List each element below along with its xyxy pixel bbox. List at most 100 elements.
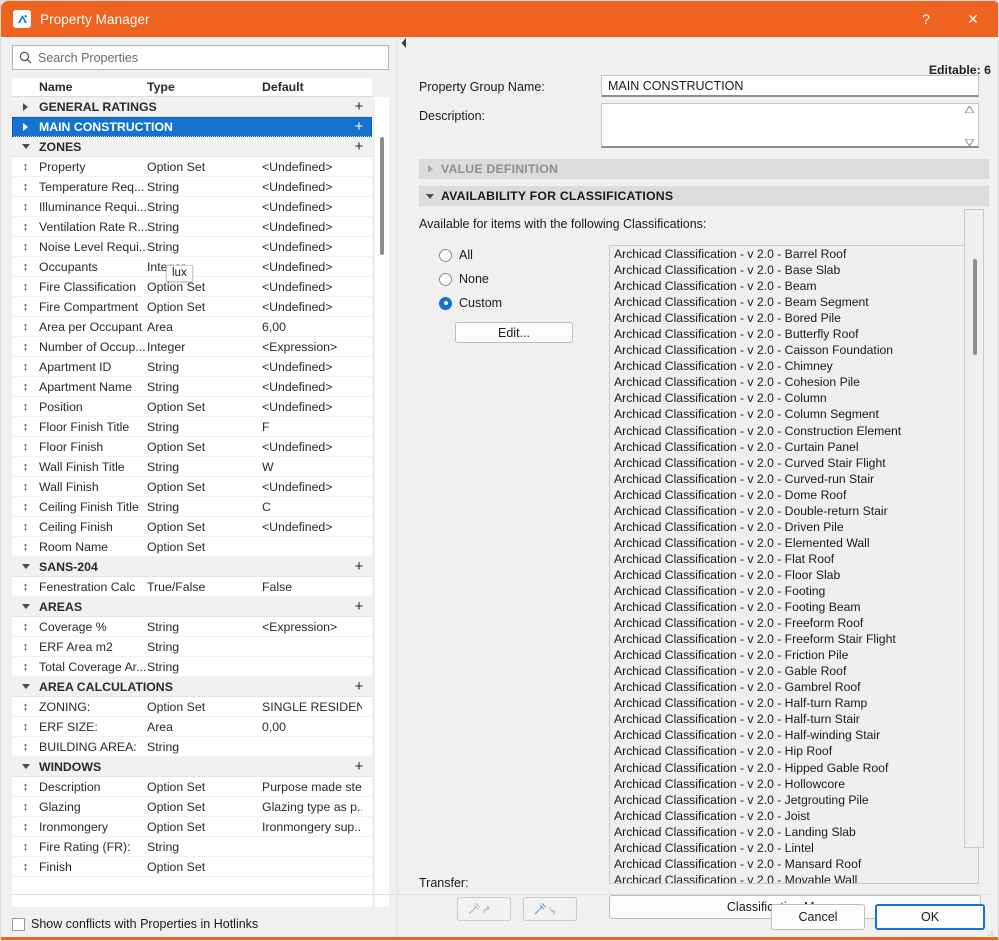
- property-row[interactable]: ↕ BUILDING AREA: String: [12, 737, 372, 757]
- property-row[interactable]: ↕ZONING: Option Set SINGLE RESIDENTI...: [12, 697, 372, 717]
- classification-list-item[interactable]: Archicad Classification - v 2.0 - Base S…: [610, 262, 978, 278]
- radio-indicator[interactable]: [439, 248, 452, 262]
- radio-indicator[interactable]: [439, 272, 452, 286]
- reorder-handle-icon[interactable]: ↕: [12, 701, 39, 712]
- reorder-handle-icon[interactable]: ↕: [12, 381, 39, 392]
- reorder-handle-icon[interactable]: ↕: [12, 161, 39, 172]
- reorder-handle-icon[interactable]: ↕: [12, 741, 39, 752]
- property-row[interactable]: ↕ Fire Compartment Option Set <Undefined>: [12, 297, 372, 317]
- show-conflicts-row[interactable]: Show conflicts with Properties in Hotlin…: [12, 917, 258, 931]
- transfer-apply-button[interactable]: [523, 897, 577, 921]
- reorder-handle-icon[interactable]: ↕: [12, 221, 39, 232]
- classification-list-item[interactable]: Archicad Classification - v 2.0 - Gambre…: [610, 679, 978, 695]
- reorder-handle-icon[interactable]: ↕: [12, 821, 39, 832]
- property-group-row[interactable]: ZONES +: [12, 137, 372, 157]
- classification-list-item[interactable]: Archicad Classification - v 2.0 - Footin…: [610, 583, 978, 599]
- resize-grip-icon[interactable]: [984, 927, 994, 939]
- classification-list-item[interactable]: Archicad Classification - v 2.0 - Hipped…: [610, 760, 978, 776]
- radio-option-custom[interactable]: Custom: [439, 291, 502, 315]
- property-group-row[interactable]: AREA CALCULATIONS +: [12, 677, 372, 697]
- classification-list-item[interactable]: Archicad Classification - v 2.0 - Cohesi…: [610, 374, 978, 390]
- radio-indicator[interactable]: [439, 296, 452, 310]
- property-group-row[interactable]: MAIN CONSTRUCTION +: [12, 117, 372, 137]
- description-scroll-arrows[interactable]: [963, 106, 976, 146]
- classification-list-item[interactable]: Archicad Classification - v 2.0 - Hip Ro…: [610, 743, 978, 759]
- reorder-handle-icon[interactable]: ↕: [12, 481, 39, 492]
- classification-list-item[interactable]: Archicad Classification - v 2.0 - Half-w…: [610, 727, 978, 743]
- classification-list-item[interactable]: Archicad Classification - v 2.0 - Half-t…: [610, 695, 978, 711]
- chevron-down-icon[interactable]: [12, 144, 39, 149]
- property-row[interactable]: ↕ Illuminance Requi... String <Undefined>: [12, 197, 372, 217]
- classification-list[interactable]: Archicad Classification - v 2.0 - Barrel…: [609, 245, 979, 884]
- classification-list-item[interactable]: Archicad Classification - v 2.0 - Column: [610, 390, 978, 406]
- property-row[interactable]: ↕ Floor Finish Option Set <Undefined>: [12, 437, 372, 457]
- show-conflicts-checkbox[interactable]: [12, 917, 25, 931]
- property-group-row[interactable]: WINDOWS +: [12, 757, 372, 777]
- property-row[interactable]: ↕ Total Coverage Ar... String: [12, 657, 372, 677]
- close-button[interactable]: ✕: [949, 1, 997, 37]
- property-row[interactable]: ↕ Position Option Set <Undefined>: [12, 397, 372, 417]
- classification-list-item[interactable]: Archicad Classification - v 2.0 - Jetgro…: [610, 792, 978, 808]
- classification-list-item[interactable]: Archicad Classification - v 2.0 - Curved…: [610, 455, 978, 471]
- property-row[interactable]: ↕ Wall Finish Title String W: [12, 457, 372, 477]
- classification-list-item[interactable]: Archicad Classification - v 2.0 - Hollow…: [610, 776, 978, 792]
- column-header-name[interactable]: Name: [39, 80, 147, 94]
- reorder-handle-icon[interactable]: ↕: [12, 441, 39, 452]
- classification-list-item[interactable]: Archicad Classification - v 2.0 - Barrel…: [610, 246, 978, 262]
- chevron-down-icon[interactable]: [12, 684, 39, 689]
- property-row[interactable]: ↕ Ceiling Finish Title String C: [12, 497, 372, 517]
- add-property-button[interactable]: +: [346, 138, 372, 155]
- property-row[interactable]: ↕ Apartment Name String <Undefined>: [12, 377, 372, 397]
- reorder-handle-icon[interactable]: ↕: [12, 661, 39, 672]
- chevron-down-icon[interactable]: [12, 764, 39, 769]
- add-property-button[interactable]: +: [346, 758, 372, 775]
- classification-list-item[interactable]: Archicad Classification - v 2.0 - Landin…: [610, 824, 978, 840]
- reorder-handle-icon[interactable]: ↕: [12, 581, 39, 592]
- property-row[interactable]: ↕ Room Name Option Set: [12, 537, 372, 557]
- search-box[interactable]: [12, 45, 389, 70]
- property-row[interactable]: ↕ Ceiling Finish Option Set <Undefined>: [12, 517, 372, 537]
- column-header-default[interactable]: Default: [262, 80, 352, 94]
- reorder-handle-icon[interactable]: ↕: [12, 501, 39, 512]
- classification-list-item[interactable]: Archicad Classification - v 2.0 - Gable …: [610, 663, 978, 679]
- classification-list-item[interactable]: Archicad Classification - v 2.0 - Beam S…: [610, 294, 978, 310]
- reorder-handle-icon[interactable]: ↕: [12, 181, 39, 192]
- classification-list-item[interactable]: Archicad Classification - v 2.0 - Freefo…: [610, 631, 978, 647]
- cancel-button[interactable]: Cancel: [771, 904, 865, 930]
- property-row[interactable]: ↕ Property Option Set <Undefined>: [12, 157, 372, 177]
- classification-list-item[interactable]: Archicad Classification - v 2.0 - Elemen…: [610, 535, 978, 551]
- classification-list-item[interactable]: Archicad Classification - v 2.0 - Floor …: [610, 567, 978, 583]
- reorder-handle-icon[interactable]: ↕: [12, 261, 39, 272]
- classification-list-item[interactable]: Archicad Classification - v 2.0 - Bored …: [610, 310, 978, 326]
- reorder-handle-icon[interactable]: ↕: [12, 641, 39, 652]
- property-row[interactable]: ↕ Temperature Req... String <Undefined>: [12, 177, 372, 197]
- reorder-handle-icon[interactable]: ↕: [12, 861, 39, 872]
- add-property-button[interactable]: +: [346, 118, 372, 135]
- property-list-scroll-thumb[interactable]: [380, 137, 384, 255]
- property-row[interactable]: ↕ Ironmongery Option Set Ironmongery sup...: [12, 817, 372, 837]
- description-textarea[interactable]: [601, 103, 979, 148]
- value-definition-section-header[interactable]: VALUE DEFINITION: [419, 159, 989, 179]
- property-row[interactable]: ↕ Floor Finish Title String F: [12, 417, 372, 437]
- reorder-handle-icon[interactable]: ↕: [12, 621, 39, 632]
- property-row[interactable]: ↕ Fenestration Calc True/False False: [12, 577, 372, 597]
- chevron-down-icon[interactable]: [12, 604, 39, 609]
- add-property-button[interactable]: +: [346, 598, 372, 615]
- property-list[interactable]: GENERAL RATINGS + MAIN CONSTRUCTION + ZONES +…: [12, 97, 372, 907]
- property-row[interactable]: ↕ ERF Area m2 String: [12, 637, 372, 657]
- classification-list-item[interactable]: Archicad Classification - v 2.0 - Fricti…: [610, 647, 978, 663]
- reorder-handle-icon[interactable]: ↕: [12, 801, 39, 812]
- property-row[interactable]: ↕ Area per Occupant Area 6,00: [12, 317, 372, 337]
- chevron-right-icon[interactable]: [12, 122, 39, 131]
- property-row[interactable]: ↕ Coverage % String <Expression>: [12, 617, 372, 637]
- classification-list-item[interactable]: Archicad Classification - v 2.0 - Driven…: [610, 519, 978, 535]
- reorder-handle-icon[interactable]: ↕: [12, 201, 39, 212]
- classification-list-item[interactable]: Archicad Classification - v 2.0 - Beam: [610, 278, 978, 294]
- column-header-type[interactable]: Type: [147, 80, 262, 94]
- property-row[interactable]: ↕ Noise Level Requi... String <Undefined>: [12, 237, 372, 257]
- reorder-handle-icon[interactable]: ↕: [12, 361, 39, 372]
- radio-option-none[interactable]: None: [439, 267, 502, 291]
- chevron-down-icon[interactable]: [12, 564, 39, 569]
- reorder-handle-icon[interactable]: ↕: [12, 841, 39, 852]
- reorder-handle-icon[interactable]: ↕: [12, 321, 39, 332]
